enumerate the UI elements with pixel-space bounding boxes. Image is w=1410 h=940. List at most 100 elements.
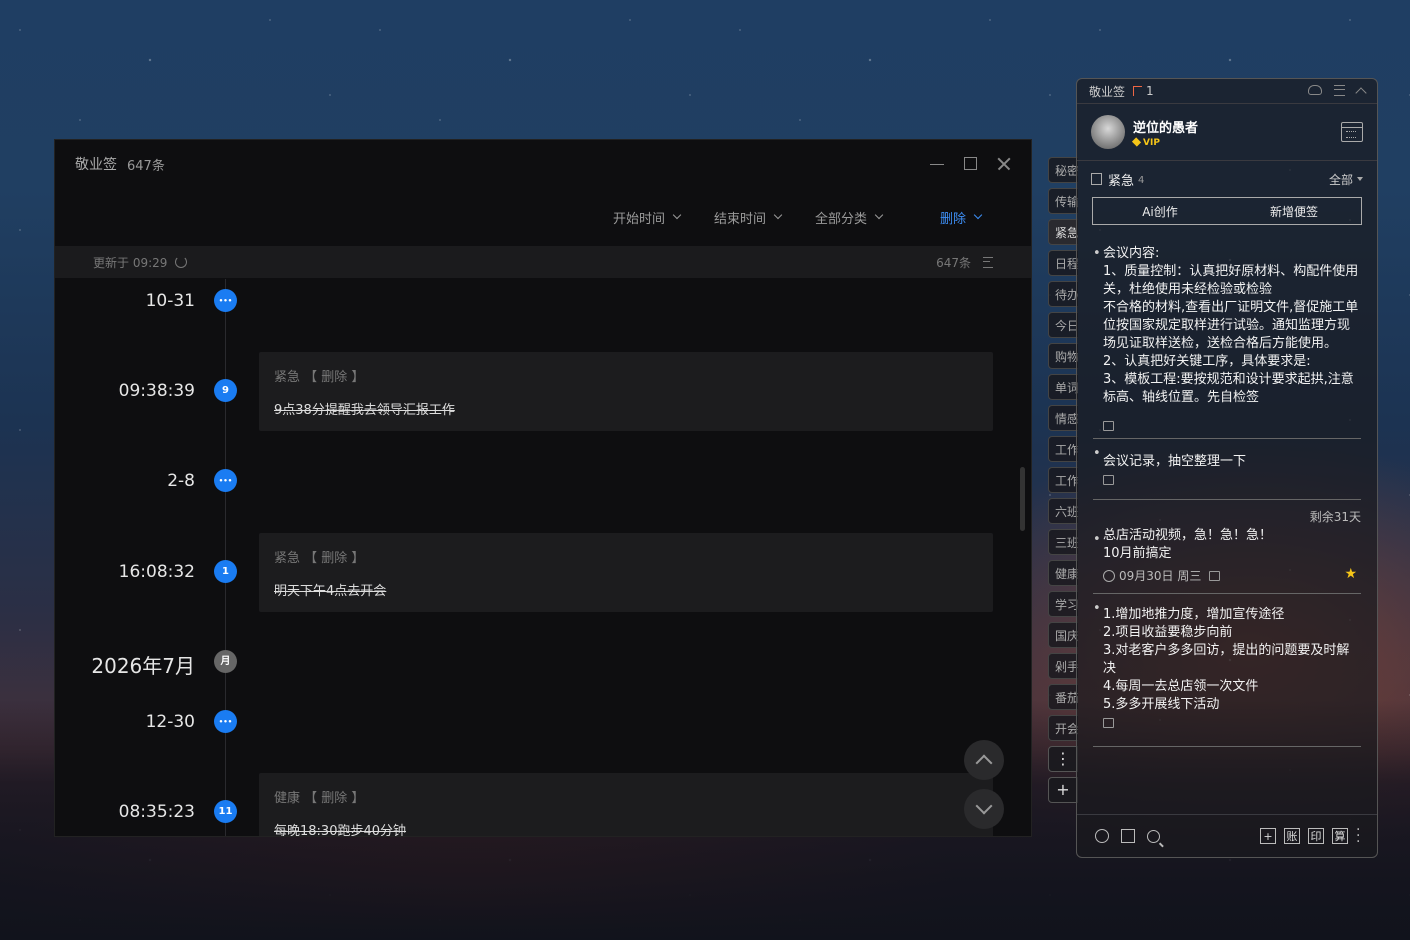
filter-bar: 开始时间 结束时间 全部分类 删除 bbox=[55, 188, 1031, 246]
tab-2[interactable]: 紧急 bbox=[1048, 219, 1078, 245]
card-delete-link[interactable]: 【 删除 】 bbox=[304, 551, 364, 566]
timeline-label: 10-31 bbox=[145, 291, 195, 311]
scroll-up-button[interactable] bbox=[964, 740, 1004, 780]
main-window: 敬业签 647条 开始时间 结束时间 全部分类 删除 更新于 09:29 647… bbox=[54, 139, 1032, 837]
tab-6[interactable]: 购物 bbox=[1048, 343, 1078, 369]
category-tabs: 秘密 传输 紧急 日程 待办 今日 购物 单词 情感 工作 工作 六班 三班 健… bbox=[1048, 157, 1078, 808]
card-text: 9点38分提醒我去领导汇报工作 bbox=[274, 403, 455, 418]
ai-create-button[interactable]: Ai创作 bbox=[1093, 203, 1227, 220]
tab-10[interactable]: 工作 bbox=[1048, 467, 1078, 493]
chevron-down-icon bbox=[672, 210, 682, 220]
card-delete-link[interactable]: 【 删除 】 bbox=[304, 370, 364, 385]
tab-13[interactable]: 健康 bbox=[1048, 560, 1078, 586]
tab-11[interactable]: 六班 bbox=[1048, 498, 1078, 524]
tab-14[interactable]: 学习 bbox=[1048, 591, 1078, 617]
more-tabs-button[interactable]: ⋮ bbox=[1048, 746, 1078, 772]
category-filter[interactable]: 全部分类 bbox=[815, 208, 884, 227]
action-bar: Ai创作 新增便签 bbox=[1092, 197, 1362, 225]
flag-count: 1 bbox=[1146, 84, 1154, 98]
user-name: 逆位的愚者 bbox=[1133, 120, 1199, 136]
search-icon[interactable] bbox=[1147, 829, 1160, 843]
filter-all-dropdown[interactable]: 全部 bbox=[1329, 171, 1363, 188]
flag-icon[interactable] bbox=[1133, 86, 1143, 96]
delete-filter[interactable]: 删除 bbox=[940, 208, 983, 227]
card-category: 紧急 bbox=[274, 551, 301, 566]
tab-17[interactable]: 番茄 bbox=[1048, 684, 1078, 710]
sticky-note-panel: 敬业签 1 逆位的愚者 VIP 紧急 4 全部 Ai创作 新增便签 会议内容: … bbox=[1076, 78, 1378, 858]
tab-0[interactable]: 秘密 bbox=[1048, 157, 1078, 183]
calendar-icon[interactable] bbox=[1341, 122, 1363, 142]
vip-badge: VIP bbox=[1143, 137, 1160, 148]
scroll-down-button[interactable] bbox=[964, 789, 1004, 829]
tab-7[interactable]: 单词 bbox=[1048, 374, 1078, 400]
note-text: 1.增加地推力度，增加宣传途径 2.项目收益要稳步向前 3.对老客户多多回访，提… bbox=[1093, 606, 1361, 714]
collapse-icon[interactable] bbox=[1355, 87, 1367, 99]
more-dot-icon[interactable] bbox=[214, 469, 237, 492]
tab-5[interactable]: 今日 bbox=[1048, 312, 1078, 338]
calendar-check-icon[interactable] bbox=[1121, 829, 1135, 843]
tab-18[interactable]: 开会 bbox=[1048, 715, 1078, 741]
note-card[interactable]: 健康 【 删除 】 每晚18:30跑步40分钟 bbox=[259, 773, 993, 836]
panel-header: 敬业签 1 bbox=[1077, 79, 1377, 104]
chevron-down-icon bbox=[973, 210, 983, 220]
category-count: 4 bbox=[1138, 175, 1145, 186]
count-badge: 1 bbox=[214, 560, 237, 583]
timeline-label: 12-30 bbox=[145, 712, 195, 732]
note-list: 会议内容: 1、质量控制：认真把好原材料、构配件使用关，杜绝使用未经检验或检验 … bbox=[1077, 239, 1377, 747]
tab-9[interactable]: 工作 bbox=[1048, 436, 1078, 462]
list-item[interactable]: 1.增加地推力度，增加宣传途径 2.项目收益要稳步向前 3.对老客户多多回访，提… bbox=[1093, 594, 1361, 747]
star-icon[interactable]: ★ bbox=[1344, 565, 1357, 583]
more-vertical-icon[interactable]: · · · bbox=[1356, 823, 1360, 849]
add-tab-button[interactable]: + bbox=[1048, 777, 1078, 803]
scrollbar-thumb[interactable] bbox=[1020, 467, 1025, 531]
clock-icon bbox=[1103, 570, 1115, 582]
list-item[interactable]: 总店活动视频，急！急！急！ 10月前搞定 09月30日 周三 ★ bbox=[1093, 525, 1361, 594]
timeline-line bbox=[225, 279, 226, 836]
avatar[interactable] bbox=[1091, 115, 1125, 149]
tab-16[interactable]: 剁手 bbox=[1048, 653, 1078, 679]
chevron-down-icon bbox=[975, 797, 993, 815]
new-note-button[interactable]: 新增便签 bbox=[1227, 203, 1361, 220]
user-row: 逆位的愚者 VIP bbox=[1077, 104, 1377, 161]
maximize-icon[interactable] bbox=[964, 157, 977, 170]
info-bar: 更新于 09:29 647条 bbox=[55, 246, 1031, 278]
tab-8[interactable]: 情感 bbox=[1048, 405, 1078, 431]
window-count: 647条 bbox=[127, 158, 165, 174]
chevron-down-icon bbox=[874, 210, 884, 220]
sort-icon[interactable] bbox=[983, 256, 993, 268]
caret-down-icon bbox=[1357, 177, 1363, 181]
tab-12[interactable]: 三班 bbox=[1048, 529, 1078, 555]
tab-3[interactable]: 日程 bbox=[1048, 250, 1078, 276]
add-icon[interactable]: + bbox=[1260, 828, 1276, 844]
note-card[interactable]: 紧急 【 删除 】 9点38分提醒我去领导汇报工作 bbox=[259, 352, 993, 431]
clock-icon[interactable] bbox=[1095, 829, 1109, 843]
list-item[interactable]: 会议记录，抽空整理一下 bbox=[1093, 439, 1361, 500]
note-date: 09月30日 周三 bbox=[1119, 569, 1202, 583]
minimize-icon[interactable] bbox=[930, 157, 944, 171]
list-item[interactable]: 会议内容: 1、质量控制：认真把好原材料、构配件使用关，杜绝使用未经检验或检验 … bbox=[1093, 239, 1361, 439]
cloud-icon[interactable] bbox=[1308, 85, 1322, 95]
more-dot-icon[interactable] bbox=[214, 289, 237, 312]
more-dot-icon[interactable] bbox=[214, 710, 237, 733]
end-time-filter[interactable]: 结束时间 bbox=[714, 208, 783, 227]
category-header: 紧急 4 全部 bbox=[1077, 161, 1377, 197]
refresh-icon[interactable] bbox=[175, 256, 188, 268]
month-label: 2026年7月 bbox=[91, 654, 195, 678]
note-card[interactable]: 紧急 【 删除 】 明天下午4点去开会 bbox=[259, 533, 993, 612]
timeline-label: 08:35:23 bbox=[118, 802, 195, 822]
tab-15[interactable]: 国庆 bbox=[1048, 622, 1078, 648]
print-button[interactable]: 印 bbox=[1308, 828, 1324, 844]
tab-1[interactable]: 传输 bbox=[1048, 188, 1078, 214]
lock-icon bbox=[1103, 475, 1114, 485]
card-category: 健康 bbox=[274, 791, 301, 806]
card-delete-link[interactable]: 【 删除 】 bbox=[304, 791, 364, 806]
close-icon[interactable] bbox=[997, 157, 1011, 171]
tab-4[interactable]: 待办 bbox=[1048, 281, 1078, 307]
start-time-filter[interactable]: 开始时间 bbox=[613, 208, 682, 227]
timeline: 10-31 09:38:39 9 紧急 【 删除 】 9点38分提醒我去领导汇报… bbox=[55, 279, 1031, 836]
calc-button[interactable]: 算 bbox=[1332, 828, 1348, 844]
note-text: 会议记录，抽空整理一下 bbox=[1093, 453, 1361, 471]
menu-icon[interactable] bbox=[1334, 85, 1345, 96]
panel-footer: + 账 印 算 · · · bbox=[1077, 814, 1377, 857]
account-button[interactable]: 账 bbox=[1284, 828, 1300, 844]
